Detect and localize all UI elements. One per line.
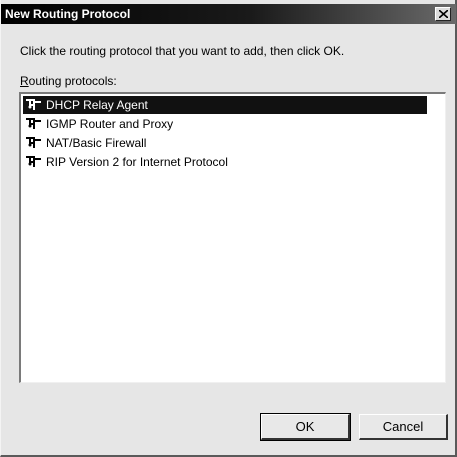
close-button[interactable] [435,7,451,21]
list-item-nat-basic-firewall[interactable]: NAT/Basic Firewall [23,134,427,152]
list-item-label: NAT/Basic Firewall [46,136,147,150]
list-item-rip-version-2[interactable]: RIP Version 2 for Internet Protocol [23,153,427,171]
list-item-label: RIP Version 2 for Internet Protocol [46,155,228,169]
list-item-label: DHCP Relay Agent [46,98,148,112]
cancel-button[interactable]: Cancel [359,414,448,440]
list-item-igmp-router-and-proxy[interactable]: IGMP Router and Proxy [23,115,427,133]
routing-protocols-list[interactable]: DHCP Relay Agent IGMP Router and Proxy N… [19,92,446,383]
label-rest: outing protocols: [28,74,117,88]
list-item-label: IGMP Router and Proxy [46,117,174,131]
label-accelerator: R [20,74,29,88]
router-icon [23,134,45,152]
router-icon [23,153,45,171]
router-icon [23,96,45,114]
dialog-title: New Routing Protocol [5,7,131,21]
title-bar[interactable]: New Routing Protocol [1,4,456,24]
routing-protocols-label: Routing protocols: [20,74,117,88]
instruction-text: Click the routing protocol that you want… [20,44,345,58]
list-item-dhcp-relay-agent[interactable]: DHCP Relay Agent [23,96,427,114]
ok-button[interactable]: OK [260,413,351,441]
new-routing-protocol-dialog: New Routing Protocol Click the routing p… [0,0,457,457]
router-icon [23,115,45,133]
close-icon [439,10,448,18]
